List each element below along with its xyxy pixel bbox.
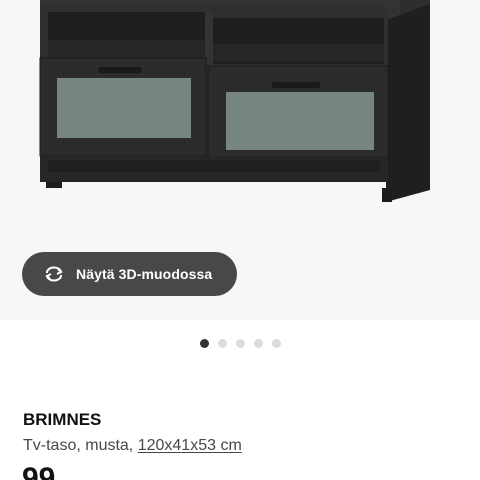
product-description: Tv-taso, musta, 120x41x53 cm [23, 437, 242, 455]
product-dimensions-link[interactable]: 120x41x53 cm [138, 437, 242, 454]
view-3d-label: Näytä 3D-muodossa [76, 266, 213, 282]
pager-dot-3[interactable] [236, 339, 245, 348]
pager-dot-1[interactable] [200, 339, 209, 348]
product-price: 99 [22, 462, 56, 480]
pager-dot-4[interactable] [254, 339, 263, 348]
view-3d-button[interactable]: Näytä 3D-muodossa [22, 252, 237, 296]
product-type: Tv-taso, musta, [23, 437, 134, 454]
product-page: Näytä 3D-muodossa BRIMNES Tv-taso, musta… [0, 0, 480, 480]
rotate-arrows-icon [42, 264, 66, 284]
pager-dot-5[interactable] [272, 339, 281, 348]
pager-dot-2[interactable] [218, 339, 227, 348]
image-pager[interactable] [200, 339, 281, 348]
product-name: BRIMNES [23, 410, 102, 429]
product-image-gallery[interactable]: Näytä 3D-muodossa [0, 0, 480, 320]
